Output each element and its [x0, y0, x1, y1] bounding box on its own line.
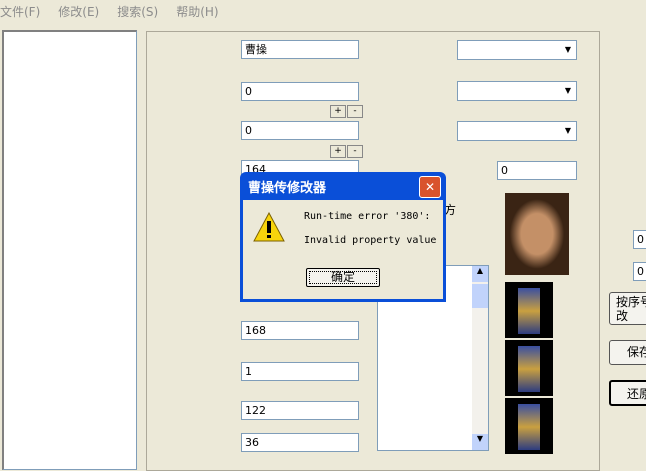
scroll-thumb[interactable] [472, 284, 488, 308]
save-button[interactable]: 保存 [609, 340, 646, 365]
error-line-2: Invalid property value [304, 235, 437, 246]
stepper-1: + - [330, 105, 363, 118]
menu-file[interactable]: 文件(F) [0, 0, 48, 22]
minus-button[interactable]: - [347, 145, 363, 158]
field-5[interactable]: 1 [241, 362, 359, 381]
field-4[interactable]: 168 [241, 321, 359, 340]
scroll-up-icon[interactable]: ▲ [472, 266, 488, 282]
menu-help[interactable]: 帮助(H) [176, 0, 226, 22]
scrollbar[interactable]: ▲ ▼ [472, 266, 488, 450]
close-button[interactable]: ✕ [419, 176, 441, 198]
plus-button[interactable]: + [330, 145, 346, 158]
plus-button[interactable]: + [330, 105, 346, 118]
combo-2[interactable]: ▼ [457, 81, 577, 101]
minus-button[interactable]: - [347, 105, 363, 118]
field-7[interactable]: 36 [241, 433, 359, 452]
chevron-down-icon: ▼ [564, 86, 572, 95]
ok-button[interactable]: 确定 [306, 268, 380, 287]
sprite-image [505, 398, 553, 454]
sprite-image [505, 340, 553, 396]
stepper-2: + - [330, 145, 363, 158]
character-list[interactable] [2, 30, 137, 470]
combo-3[interactable]: ▼ [457, 121, 577, 141]
chevron-down-icon: ▼ [564, 126, 572, 135]
error-dialog: 曹操传修改器 ✕ Run-time error '380': Invalid p… [240, 172, 446, 302]
menu-edit[interactable]: 修改(E) [58, 0, 107, 22]
restore-button[interactable]: 还原 [609, 380, 646, 406]
error-line-1: Run-time error '380': [304, 211, 431, 222]
scroll-down-icon[interactable]: ▼ [472, 434, 488, 450]
field-1[interactable]: 0 [241, 82, 359, 101]
sprite-image [505, 282, 553, 338]
name-field[interactable]: 曹操 [241, 40, 359, 59]
modify-by-order-button[interactable]: 按序号修改 [609, 292, 646, 325]
field-6[interactable]: 122 [241, 401, 359, 420]
combo-1[interactable]: ▼ [457, 40, 577, 60]
portrait [505, 193, 569, 275]
right-value-field[interactable]: 0 [497, 161, 577, 180]
side-field-2[interactable]: 0 [633, 262, 646, 281]
field-2[interactable]: 0 [241, 121, 359, 140]
dialog-title: 曹操传修改器 [248, 181, 327, 196]
warning-icon [253, 212, 285, 242]
chevron-down-icon: ▼ [564, 45, 572, 54]
menu-search[interactable]: 搜索(S) [117, 0, 166, 22]
side-field-1[interactable]: 0 [633, 230, 646, 249]
menu-bar: 文件(F) 修改(E) 搜索(S) 帮助(H) [0, 0, 646, 22]
